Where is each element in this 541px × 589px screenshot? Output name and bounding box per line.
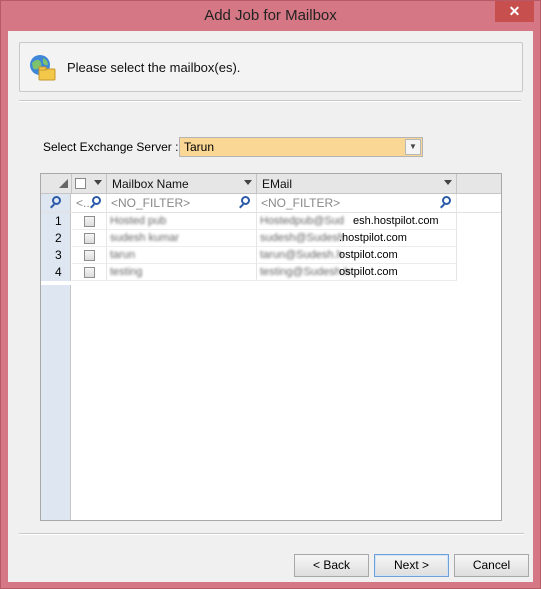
table-row[interactable]: 4 testing testing@Sudesh.h ostpilot.com	[41, 264, 501, 281]
mailbox-filter-text: <NO_FILTER>	[111, 196, 191, 210]
mailbox-name-header[interactable]: Mailbox Name	[107, 174, 257, 193]
filter-row: <.. <NO_FILTER> <NO_FILTER>	[41, 194, 501, 213]
search-icon[interactable]	[442, 196, 451, 205]
table-row[interactable]: 1 Hosted pub Hostedpub@Sud esh.hostpilot…	[41, 213, 501, 230]
row-checkbox[interactable]	[84, 216, 95, 227]
add-job-window: Add Job for Mailbox ✕ Please select the …	[0, 0, 541, 589]
search-icon	[52, 196, 61, 205]
title-bar: Add Job for Mailbox ✕	[1, 1, 540, 31]
mailbox-name-cell: testing	[107, 264, 257, 281]
email-header-label: EMail	[262, 177, 293, 191]
row-checkbox[interactable]	[84, 267, 95, 278]
email-filter-cell[interactable]: <NO_FILTER>	[257, 194, 457, 212]
row-check-cell	[72, 213, 107, 230]
row-check-cell	[72, 230, 107, 247]
row-indicator-strip	[41, 285, 71, 520]
mailbox-filter-cell[interactable]: <NO_FILTER>	[107, 194, 257, 212]
email-cell: Hostedpub@Sud esh.hostpilot.com	[257, 213, 457, 230]
row-number: 3	[41, 247, 71, 264]
row-number: 1	[41, 213, 71, 230]
bottom-divider	[19, 533, 524, 535]
chevron-down-icon[interactable]	[444, 180, 452, 185]
search-icon[interactable]	[92, 196, 101, 205]
row-checkbox[interactable]	[84, 250, 95, 261]
top-divider	[19, 100, 521, 102]
mailbox-name-header-label: Mailbox Name	[112, 177, 189, 191]
email-cell: sudesh@Sudesh .hostpilot.com	[257, 230, 457, 247]
server-select-value: Tarun	[184, 140, 215, 154]
email-visible-part: .hostpilot.com	[339, 232, 407, 244]
row-indicator-header	[41, 174, 72, 193]
select-all-corner-icon[interactable]	[59, 179, 68, 188]
server-select[interactable]: Tarun ▼	[179, 137, 423, 157]
email-visible-part: ostpilot.com	[339, 249, 398, 261]
grid-header: Mailbox Name EMail	[41, 174, 501, 194]
instruction-panel: Please select the mailbox(es).	[19, 42, 523, 92]
instruction-text: Please select the mailbox(es).	[67, 60, 241, 75]
close-button[interactable]: ✕	[495, 1, 534, 22]
chevron-down-icon[interactable]: ▼	[405, 139, 421, 155]
globe-folder-icon	[30, 55, 56, 81]
check-filter-cell[interactable]: <..	[72, 194, 107, 212]
email-filter-text: <NO_FILTER>	[261, 196, 341, 210]
check-filter-text: <..	[76, 196, 90, 210]
check-column-header[interactable]	[72, 174, 107, 193]
email-visible-part: esh.hostpilot.com	[353, 215, 439, 227]
email-header[interactable]: EMail	[257, 174, 457, 193]
row-checkbox[interactable]	[84, 233, 95, 244]
table-row[interactable]: 2 sudesh kumar sudesh@Sudesh .hostpilot.…	[41, 230, 501, 247]
row-number: 4	[41, 264, 71, 281]
mailbox-name-cell: Hosted pub	[107, 213, 257, 230]
email-cell: tarun@Sudesh.h ostpilot.com	[257, 247, 457, 264]
chevron-down-icon[interactable]	[94, 180, 102, 185]
cancel-button[interactable]: Cancel	[454, 554, 529, 577]
chevron-down-icon[interactable]	[244, 180, 252, 185]
back-button[interactable]: < Back	[294, 554, 369, 577]
email-visible-part: ostpilot.com	[339, 266, 398, 278]
next-button[interactable]: Next >	[374, 554, 449, 577]
server-label: Select Exchange Server :	[43, 140, 179, 154]
search-icon[interactable]	[241, 196, 250, 205]
window-title: Add Job for Mailbox	[204, 7, 337, 24]
mailbox-grid: Mailbox Name EMail <.. <NO_FILTER> <NO_F…	[40, 173, 502, 521]
select-all-checkbox[interactable]	[75, 178, 86, 189]
email-cell: testing@Sudesh.h ostpilot.com	[257, 264, 457, 281]
mailbox-name-cell: sudesh kumar	[107, 230, 257, 247]
row-check-cell	[72, 264, 107, 281]
row-check-cell	[72, 247, 107, 264]
row-number: 2	[41, 230, 71, 247]
table-row[interactable]: 3 tarun tarun@Sudesh.h ostpilot.com	[41, 247, 501, 264]
filter-row-indicator	[41, 194, 71, 212]
mailbox-name-cell: tarun	[107, 247, 257, 264]
dialog-client: Please select the mailbox(es). Select Ex…	[8, 31, 533, 582]
